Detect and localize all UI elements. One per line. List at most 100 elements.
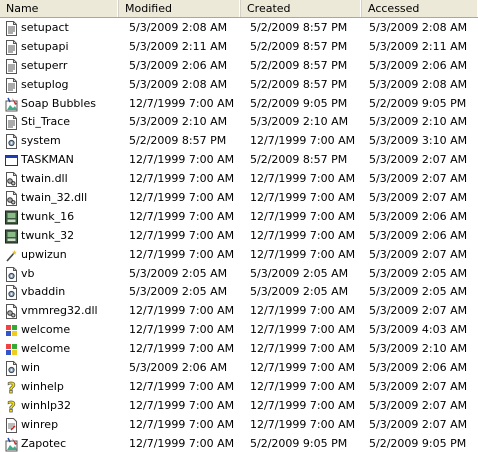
file-name: TASKMAN — [21, 153, 74, 167]
file-created: 5/2/2009 8:57 PM — [250, 58, 348, 72]
table-row[interactable]: welcome 12/7/1999 7:00 AM 12/7/1999 7:00 A… — [0, 320, 478, 339]
file-name: welcome — [21, 323, 71, 337]
file-accessed: 5/3/2009 2:05 AM — [369, 266, 468, 280]
table-row[interactable]: winrep 12/7/1999 7:00 AM 12/7/1999 7:00 AM… — [0, 415, 478, 434]
file-created: 5/2/2009 8:57 PM — [250, 77, 348, 91]
file-name: twunk_16 — [21, 209, 75, 223]
scanner-app-icon — [5, 229, 18, 244]
text-file-icon — [5, 77, 18, 93]
table-row[interactable]: Zapotec 12/7/1999 7:00 AM 5/2/2009 9:05 PM… — [0, 434, 478, 452]
file-created: 12/7/1999 7:00 AM — [250, 304, 356, 318]
file-accessed: 5/3/2009 2:06 AM — [369, 361, 468, 375]
file-created: 5/2/2009 8:57 PM — [250, 21, 348, 34]
file-accessed: 5/2/2009 9:05 PM — [369, 436, 467, 450]
file-accessed: 5/3/2009 2:06 AM — [369, 209, 468, 223]
file-name: winhlp32 — [21, 398, 72, 412]
file-accessed: 5/3/2009 4:03 AM — [369, 323, 468, 337]
file-modified: 12/7/1999 7:00 AM — [129, 209, 235, 223]
table-row[interactable]: vbaddin 5/3/2009 2:05 AM 5/3/2009 2:05 AM 5… — [0, 282, 478, 301]
file-created: 12/7/1999 7:00 AM — [250, 247, 356, 261]
settings-file-icon — [5, 266, 18, 282]
file-created: 12/7/1999 7:00 AM — [250, 417, 356, 431]
column-header-name[interactable]: Name — [0, 0, 119, 17]
column-header-bar: Name Modified Created Accessed — [0, 0, 478, 18]
file-modified: 5/3/2009 2:05 AM — [129, 285, 228, 299]
file-name: win — [21, 361, 41, 375]
file-created: 12/7/1999 7:00 AM — [250, 323, 356, 337]
table-row[interactable]: setuplog 5/3/2009 2:08 AM 5/2/2009 8:57 PM… — [0, 75, 478, 94]
file-created: 5/3/2009 2:10 AM — [250, 115, 349, 129]
column-header-modified[interactable]: Modified — [119, 0, 241, 17]
file-created: 12/7/1999 7:00 AM — [250, 379, 356, 393]
file-accessed: 5/3/2009 2:07 AM — [369, 191, 468, 205]
table-row[interactable]: setuperr 5/3/2009 2:06 AM 5/2/2009 8:57 PM… — [0, 56, 478, 75]
file-modified: 12/7/1999 7:00 AM — [129, 304, 235, 318]
table-row[interactable]: Sti_Trace 5/3/2009 2:10 AM 5/3/2009 2:10 A… — [0, 112, 478, 131]
report-app-icon — [5, 417, 18, 433]
file-accessed: 5/3/2009 2:07 AM — [369, 417, 468, 431]
file-accessed: 5/3/2009 2:10 AM — [369, 342, 468, 356]
file-created: 12/7/1999 7:00 AM — [250, 209, 356, 223]
file-modified: 5/3/2009 2:05 AM — [129, 266, 228, 280]
dll-file-icon — [5, 191, 18, 207]
file-modified: 12/7/1999 7:00 AM — [129, 191, 235, 205]
file-accessed: 5/3/2009 2:05 AM — [369, 285, 468, 299]
table-row[interactable]: upwizun 12/7/1999 7:00 AM 12/7/1999 7:00 A… — [0, 245, 478, 264]
file-name: twain_32.dll — [21, 191, 88, 205]
application-window-icon — [5, 153, 18, 168]
file-name: setuplog — [21, 77, 69, 91]
file-accessed: 5/3/2009 2:07 AM — [369, 153, 468, 167]
file-created: 12/7/1999 7:00 AM — [250, 134, 356, 148]
file-name: welcome — [21, 342, 71, 356]
file-name: twunk_32 — [21, 228, 75, 242]
file-name: system — [21, 134, 61, 148]
file-name: Zapotec — [21, 436, 67, 450]
file-name: upwizun — [21, 247, 67, 261]
file-name: setuperr — [21, 58, 68, 72]
table-row[interactable]: ? winhelp 12/7/1999 7:00 AM 12/7/1999 7:00 … — [0, 377, 478, 396]
table-row[interactable]: twain.dll 12/7/1999 7:00 AM 12/7/1999 7:00… — [0, 169, 478, 188]
file-modified: 12/7/1999 7:00 AM — [129, 342, 235, 356]
help-question-icon: ? — [5, 399, 18, 414]
file-accessed: 5/3/2009 2:07 AM — [369, 172, 468, 186]
file-name: Sti_Trace — [21, 115, 71, 129]
table-row[interactable]: win 5/3/2009 2:06 AM 12/7/1999 7:00 AM 5/3/… — [0, 358, 478, 377]
file-accessed: 5/3/2009 3:10 AM — [369, 134, 468, 148]
file-name: winhelp — [21, 379, 64, 393]
table-row[interactable]: twain_32.dll 12/7/1999 7:00 AM 12/7/1999 7… — [0, 188, 478, 207]
file-created: 5/2/2009 8:57 PM — [250, 39, 348, 53]
column-header-created[interactable]: Created — [241, 0, 362, 17]
table-row[interactable]: TASKMAN 12/7/1999 7:00 AM 5/2/2009 8:57 PM… — [0, 150, 478, 169]
table-row[interactable]: setupapi 5/3/2009 2:11 AM 5/2/2009 8:57 PM… — [0, 37, 478, 56]
table-row[interactable]: twunk_32 12/7/1999 7:00 AM 12/7/1999 7:00 … — [0, 226, 478, 245]
file-accessed: 5/3/2009 2:08 AM — [369, 21, 468, 34]
table-row[interactable]: vmmreg32.dll 12/7/1999 7:00 AM 12/7/1999 7… — [0, 301, 478, 320]
file-accessed: 5/2/2009 9:05 PM — [369, 96, 467, 110]
table-row[interactable]: welcome 12/7/1999 7:00 AM 12/7/1999 7:00 A… — [0, 339, 478, 358]
file-accessed: 5/3/2009 2:07 AM — [369, 398, 468, 412]
file-accessed: 5/3/2009 2:08 AM — [369, 77, 468, 91]
windows-logo-icon — [5, 323, 18, 338]
svg-text:?: ? — [7, 399, 16, 414]
table-row[interactable]: system 5/2/2009 8:57 PM 12/7/1999 7:00 AM 5… — [0, 131, 478, 150]
table-row[interactable]: setupact 5/3/2009 2:08 AM 5/2/2009 8:57 PM… — [0, 18, 478, 37]
file-modified: 12/7/1999 7:00 AM — [129, 398, 235, 412]
file-name: setupapi — [21, 39, 69, 53]
file-accessed: 5/3/2009 2:06 AM — [369, 58, 468, 72]
table-row[interactable]: ? winhlp32 12/7/1999 7:00 AM 12/7/1999 7:00… — [0, 396, 478, 415]
table-row[interactable]: twunk_16 12/7/1999 7:00 AM 12/7/1999 7:00 … — [0, 207, 478, 226]
file-modified: 5/3/2009 2:06 AM — [129, 58, 228, 72]
settings-file-icon — [5, 361, 18, 377]
file-created: 5/2/2009 9:05 PM — [250, 436, 348, 450]
table-row[interactable]: vb 5/3/2009 2:05 AM 5/3/2009 2:05 AM 5/3/20… — [0, 264, 478, 283]
file-name: vmmreg32.dll — [21, 304, 98, 318]
file-accessed: 5/3/2009 2:07 AM — [369, 304, 468, 318]
column-header-accessed[interactable]: Accessed — [362, 0, 478, 17]
text-file-icon — [5, 39, 18, 55]
file-modified: 5/3/2009 2:08 AM — [129, 21, 228, 34]
table-row[interactable]: Soap Bubbles 12/7/1999 7:00 AM 5/2/2009 9:… — [0, 94, 478, 113]
file-name: Soap Bubbles — [21, 96, 96, 110]
file-accessed: 5/3/2009 2:07 AM — [369, 379, 468, 393]
file-created: 12/7/1999 7:00 AM — [250, 398, 356, 412]
file-modified: 5/3/2009 2:10 AM — [129, 115, 228, 129]
